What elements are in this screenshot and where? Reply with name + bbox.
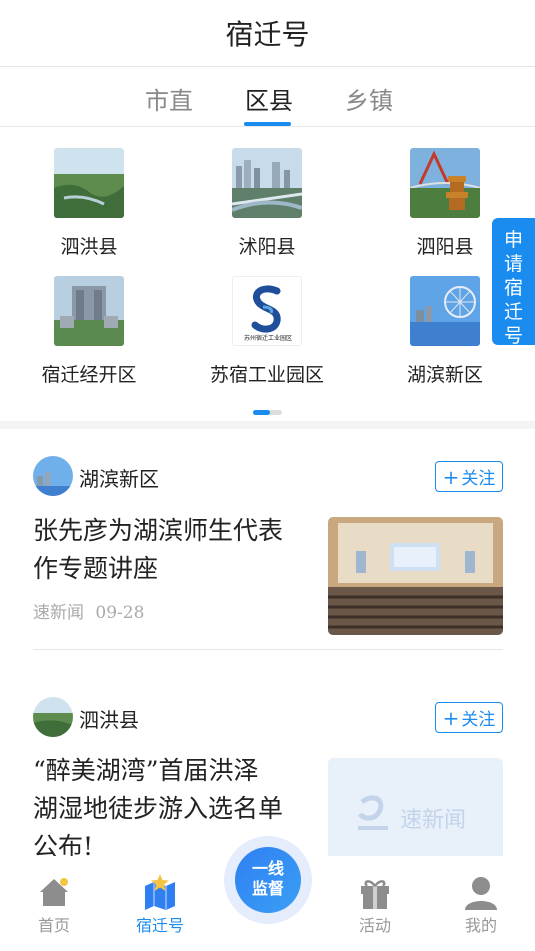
apply-char: 申 xyxy=(503,229,523,251)
nav-label: 活动 xyxy=(358,916,391,935)
headline-line: 张先彦为湖滨师生代表 xyxy=(33,516,284,545)
page-indicator xyxy=(253,410,282,415)
supervision-button-face: 一线 监督 xyxy=(235,847,301,913)
district-thumbnail xyxy=(232,148,302,218)
tab-town[interactable]: 乡镇 xyxy=(345,81,393,116)
post-source[interactable]: 湖滨新区 xyxy=(79,463,159,492)
map-star-icon xyxy=(142,874,178,910)
source-avatar[interactable] xyxy=(33,456,73,496)
supervision-line-1: 一线 xyxy=(251,859,284,878)
feed-post[interactable]: 泗洪县 + 关注 “醉美湖湾”首届洪泽 湖湿地徒步游入选名单 公布! 速新闻 xyxy=(33,697,503,857)
tab-city[interactable]: 市直 xyxy=(145,81,193,116)
district-thumbnail xyxy=(54,276,124,346)
follow-button[interactable]: + 关注 xyxy=(435,702,503,733)
post-source[interactable]: 泗洪县 xyxy=(79,704,139,733)
follow-button[interactable]: + 关注 xyxy=(435,461,503,492)
supervision-button[interactable]: 一线 监督 xyxy=(224,836,312,924)
feed-post[interactable]: 湖滨新区 + 关注 张先彦为湖滨师生代表 作专题讲座 速新闻 09-28 xyxy=(33,456,503,636)
plus-icon: + xyxy=(442,705,460,730)
post-image-placeholder[interactable]: 速新闻 xyxy=(328,758,503,857)
gift-icon xyxy=(357,874,393,910)
apply-char: 号 xyxy=(503,325,523,347)
follow-label: 关注 xyxy=(461,469,496,489)
post-headline[interactable]: 张先彦为湖滨师生代表 作专题讲座 xyxy=(33,512,303,588)
headline-line: “醉美湖湾”首届洪泽 xyxy=(33,756,259,785)
district-label: 宿迁经开区 xyxy=(41,364,137,386)
follow-label: 关注 xyxy=(461,710,496,730)
nav-profile[interactable]: 我的 xyxy=(451,874,511,936)
district-item-suqian-edz[interactable]: 宿迁经开区 xyxy=(14,276,164,387)
headline-line: 作专题讲座 xyxy=(33,554,159,583)
page-indicator-active xyxy=(253,410,270,415)
home-icon xyxy=(36,874,72,910)
apply-char: 请 xyxy=(503,253,523,275)
tab-county[interactable]: 区县 xyxy=(245,81,293,116)
district-item-susu-park[interactable]: 苏州宿迁工业园区 苏宿工业园区 xyxy=(192,276,342,387)
active-tab-indicator xyxy=(244,122,291,126)
nav-suqianhao[interactable]: 宿迁号 xyxy=(130,874,190,936)
source-avatar[interactable] xyxy=(33,697,73,737)
district-thumbnail: 苏州宿迁工业园区 xyxy=(232,276,302,346)
page-title: 宿迁号 xyxy=(225,18,310,51)
post-image[interactable] xyxy=(328,517,503,635)
section-separator xyxy=(0,421,535,429)
district-label: 湖滨新区 xyxy=(406,364,483,386)
nav-label: 首页 xyxy=(37,916,70,935)
district-label: 苏宿工业园区 xyxy=(209,364,324,386)
apply-char: 宿 xyxy=(503,277,523,299)
district-label: 泗洪县 xyxy=(60,236,118,258)
post-meta-date: 09-28 xyxy=(95,603,145,623)
district-thumbnail xyxy=(54,148,124,218)
apply-suqian-account-button[interactable]: 申 请 宿 迁 号 xyxy=(492,218,535,347)
plus-icon: + xyxy=(442,464,460,489)
feed-divider xyxy=(33,649,503,650)
top-bar: 宿迁号 xyxy=(0,0,535,67)
post-header: 湖滨新区 + 关注 xyxy=(33,456,503,498)
nav-activity[interactable]: 活动 xyxy=(345,874,405,936)
nav-label: 我的 xyxy=(464,916,497,935)
nav-label: 宿迁号 xyxy=(135,916,184,935)
post-meta-source: 速新闻 xyxy=(33,603,84,623)
nav-home[interactable]: 首页 xyxy=(24,874,84,936)
district-item-sihong[interactable]: 泗洪县 xyxy=(14,148,164,259)
category-tabs: 市直 区县 乡镇 xyxy=(0,67,535,127)
district-label: 沭阳县 xyxy=(238,236,296,258)
park-logo-text: 苏州宿迁工业园区 xyxy=(243,335,292,342)
user-icon xyxy=(463,874,499,910)
post-header: 泗洪县 + 关注 xyxy=(33,697,503,739)
district-thumbnail xyxy=(410,148,480,218)
headline-line: 湖湿地徒步游入选名单 xyxy=(33,794,284,823)
post-meta: 速新闻 09-28 xyxy=(33,598,144,623)
placeholder-text: 速新闻 xyxy=(400,808,467,833)
apply-char: 迁 xyxy=(503,301,523,323)
supervision-line-2: 监督 xyxy=(251,879,284,898)
district-grid: 泗洪县 沭阳县 泗阳县 宿迁经开区 苏州宿迁工业园区 苏宿工业园区 湖滨新区 xyxy=(0,128,535,418)
district-item-shuyang[interactable]: 沭阳县 xyxy=(192,148,342,259)
district-thumbnail xyxy=(410,276,480,346)
